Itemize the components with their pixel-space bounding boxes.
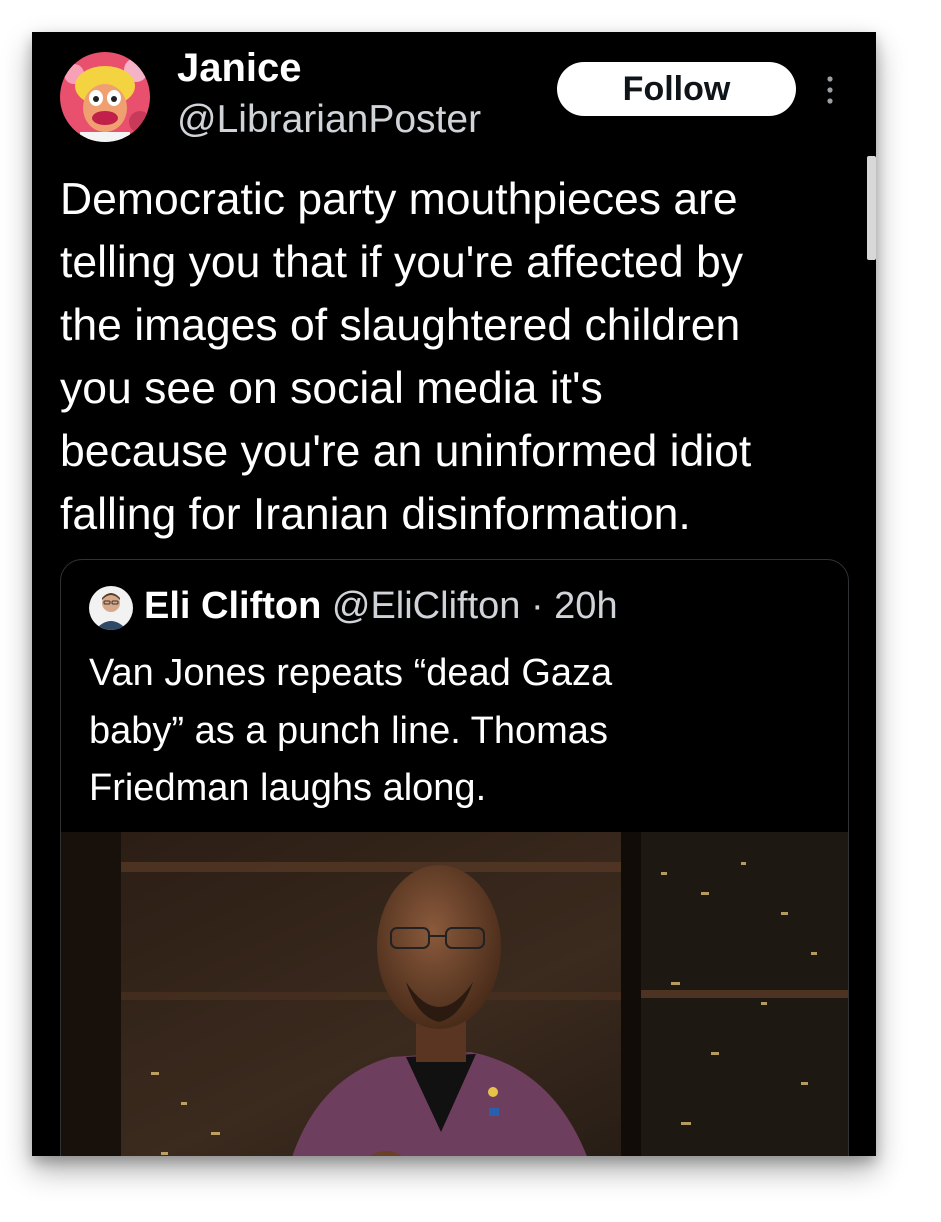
scrollbar[interactable] xyxy=(867,156,876,260)
quoted-post-text: Van Jones repeats “dead Gaza baby” as a … xyxy=(89,645,829,818)
post-text: Democratic party mouthpieces are telling… xyxy=(60,168,860,546)
quoted-post-header: Eli Clifton @EliClifton · 20h xyxy=(144,582,618,630)
quoted-text-line: baby” as a punch line. Thomas xyxy=(89,709,608,752)
post-text-line: Democratic party mouthpieces are xyxy=(60,175,738,224)
post-text-line: the images of slaughtered children xyxy=(60,301,741,350)
post-text-line: falling for Iranian disinformation. xyxy=(60,490,691,539)
follow-button[interactable]: Follow xyxy=(557,62,796,116)
author-handle[interactable]: @LibrarianPoster xyxy=(177,98,481,142)
vertical-ellipsis-icon xyxy=(827,76,833,104)
quoted-author-handle[interactable]: @EliClifton xyxy=(332,585,521,627)
quoted-text-line: Van Jones repeats “dead Gaza xyxy=(89,652,613,694)
quoted-post-time[interactable]: 20h xyxy=(554,585,617,627)
video-thumbnail-icon xyxy=(61,832,848,1156)
more-options-button[interactable] xyxy=(822,74,838,106)
post-text-line: you see on social media it's xyxy=(60,364,603,413)
muppet-avatar-icon xyxy=(60,52,150,142)
author-name[interactable]: Janice xyxy=(177,46,302,90)
quoted-author-avatar[interactable] xyxy=(89,586,133,630)
profile-photo-avatar-icon xyxy=(89,586,133,630)
quoted-post-video[interactable] xyxy=(61,832,848,1156)
post-card: Janice @LibrarianPoster Follow Democrati… xyxy=(32,32,876,1156)
timestamp-separator: · xyxy=(530,585,544,627)
author-avatar[interactable] xyxy=(60,52,150,142)
quoted-text-line: Friedman laughs along. xyxy=(89,767,487,809)
post-text-line: telling you that if you're affected by xyxy=(60,238,744,287)
post-text-line: because you're an uninformed idiot xyxy=(60,427,752,476)
quoted-author-name[interactable]: Eli Clifton xyxy=(144,585,321,627)
quoted-post[interactable]: Eli Clifton @EliClifton · 20h Van Jones … xyxy=(60,559,849,1156)
